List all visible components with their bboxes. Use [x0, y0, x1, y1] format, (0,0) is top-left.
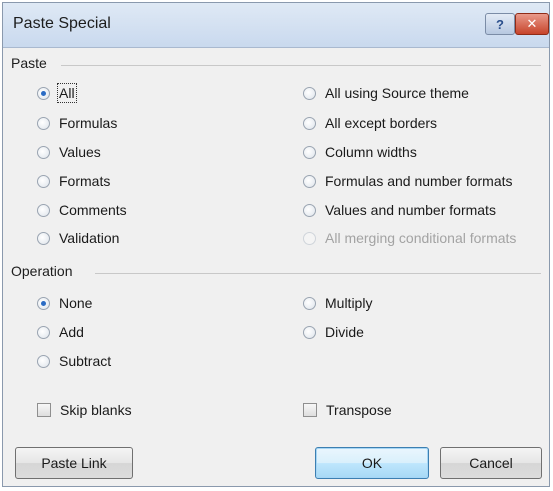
radio-label: Validation: [59, 230, 120, 246]
paste-radio-values[interactable]: Values: [37, 142, 101, 162]
help-button[interactable]: ?: [485, 13, 515, 35]
close-icon: ✕: [526, 16, 538, 31]
skip-blanks-checkbox[interactable]: Skip blanks: [37, 400, 132, 420]
radio-label: Multiply: [325, 295, 373, 311]
radio-label: Values and number formats: [325, 202, 496, 218]
radio-indicator: [303, 231, 316, 245]
radio-indicator[interactable]: [303, 325, 316, 339]
dialog-title: Paste Special: [13, 15, 111, 32]
paste-section-label: Paste: [11, 55, 47, 71]
radio-label: Comments: [59, 202, 127, 218]
paste-radio-all-except-borders[interactable]: All except borders: [303, 113, 437, 133]
radio-indicator[interactable]: [37, 296, 50, 310]
radio-indicator[interactable]: [303, 174, 316, 188]
radio-label: Formats: [59, 173, 111, 189]
operation-radio-none[interactable]: None: [37, 293, 92, 313]
paste-radio-all-merging-conditional-formats: All merging conditional formats: [303, 228, 516, 248]
radio-indicator[interactable]: [303, 145, 316, 159]
operation-separator: [95, 273, 541, 274]
radio-label: All using Source theme: [325, 85, 469, 101]
paste-radio-formulas[interactable]: Formulas: [37, 113, 117, 133]
paste-radio-formats[interactable]: Formats: [37, 171, 110, 191]
radio-indicator[interactable]: [303, 86, 316, 100]
radio-indicator[interactable]: [37, 86, 50, 100]
radio-label: Column widths: [325, 144, 417, 160]
radio-label: Subtract: [59, 353, 112, 369]
transpose-checkbox[interactable]: Transpose: [303, 400, 392, 420]
radio-label: All: [57, 83, 77, 103]
checkbox-label: Skip blanks: [60, 402, 132, 418]
radio-label: All except borders: [325, 115, 438, 131]
paste-special-dialog: Paste Special ? ✕ Paste All Formulas Val…: [2, 2, 550, 487]
cancel-button[interactable]: Cancel: [440, 447, 542, 479]
operation-radio-subtract[interactable]: Subtract: [37, 351, 111, 371]
checkbox-label: Transpose: [326, 402, 392, 418]
operation-section-label: Operation: [11, 263, 73, 279]
operation-radio-add[interactable]: Add: [37, 322, 84, 342]
paste-radio-validation[interactable]: Validation: [37, 228, 119, 248]
radio-label: Divide: [325, 324, 364, 340]
radio-indicator[interactable]: [37, 145, 50, 159]
radio-label: None: [59, 295, 93, 311]
operation-radio-divide[interactable]: Divide: [303, 322, 364, 342]
radio-label: Values: [59, 144, 101, 160]
button-label: Cancel: [469, 455, 513, 471]
button-label: Paste Link: [41, 455, 107, 471]
radio-label: All merging conditional formats: [325, 230, 517, 246]
radio-indicator[interactable]: [37, 116, 50, 130]
operation-radio-multiply[interactable]: Multiply: [303, 293, 372, 313]
paste-radio-all-using-source-theme[interactable]: All using Source theme: [303, 83, 469, 103]
radio-label: Formulas and number formats: [325, 173, 513, 189]
ok-button[interactable]: OK: [315, 447, 429, 479]
radio-indicator[interactable]: [37, 231, 50, 245]
radio-label: Add: [59, 324, 84, 340]
radio-indicator[interactable]: [303, 116, 316, 130]
button-label: OK: [361, 455, 383, 471]
paste-radio-all[interactable]: All: [37, 83, 77, 103]
close-button[interactable]: ✕: [515, 13, 549, 35]
radio-indicator[interactable]: [37, 354, 50, 368]
radio-indicator[interactable]: [303, 296, 316, 310]
radio-indicator[interactable]: [37, 203, 50, 217]
checkbox-indicator[interactable]: [37, 403, 51, 417]
radio-label: Formulas: [59, 115, 118, 131]
radio-indicator[interactable]: [37, 325, 50, 339]
radio-indicator[interactable]: [303, 203, 316, 217]
paste-radio-comments[interactable]: Comments: [37, 200, 127, 220]
radio-indicator[interactable]: [37, 174, 50, 188]
paste-separator: [61, 65, 541, 66]
paste-link-button[interactable]: Paste Link: [15, 447, 133, 479]
paste-radio-values-and-number-formats[interactable]: Values and number formats: [303, 200, 496, 220]
title-bar[interactable]: Paste Special ? ✕: [3, 3, 549, 48]
help-icon: ?: [496, 16, 504, 32]
checkbox-indicator[interactable]: [303, 403, 317, 417]
paste-radio-column-widths[interactable]: Column widths: [303, 142, 417, 162]
paste-radio-formulas-and-number-formats[interactable]: Formulas and number formats: [303, 171, 513, 191]
